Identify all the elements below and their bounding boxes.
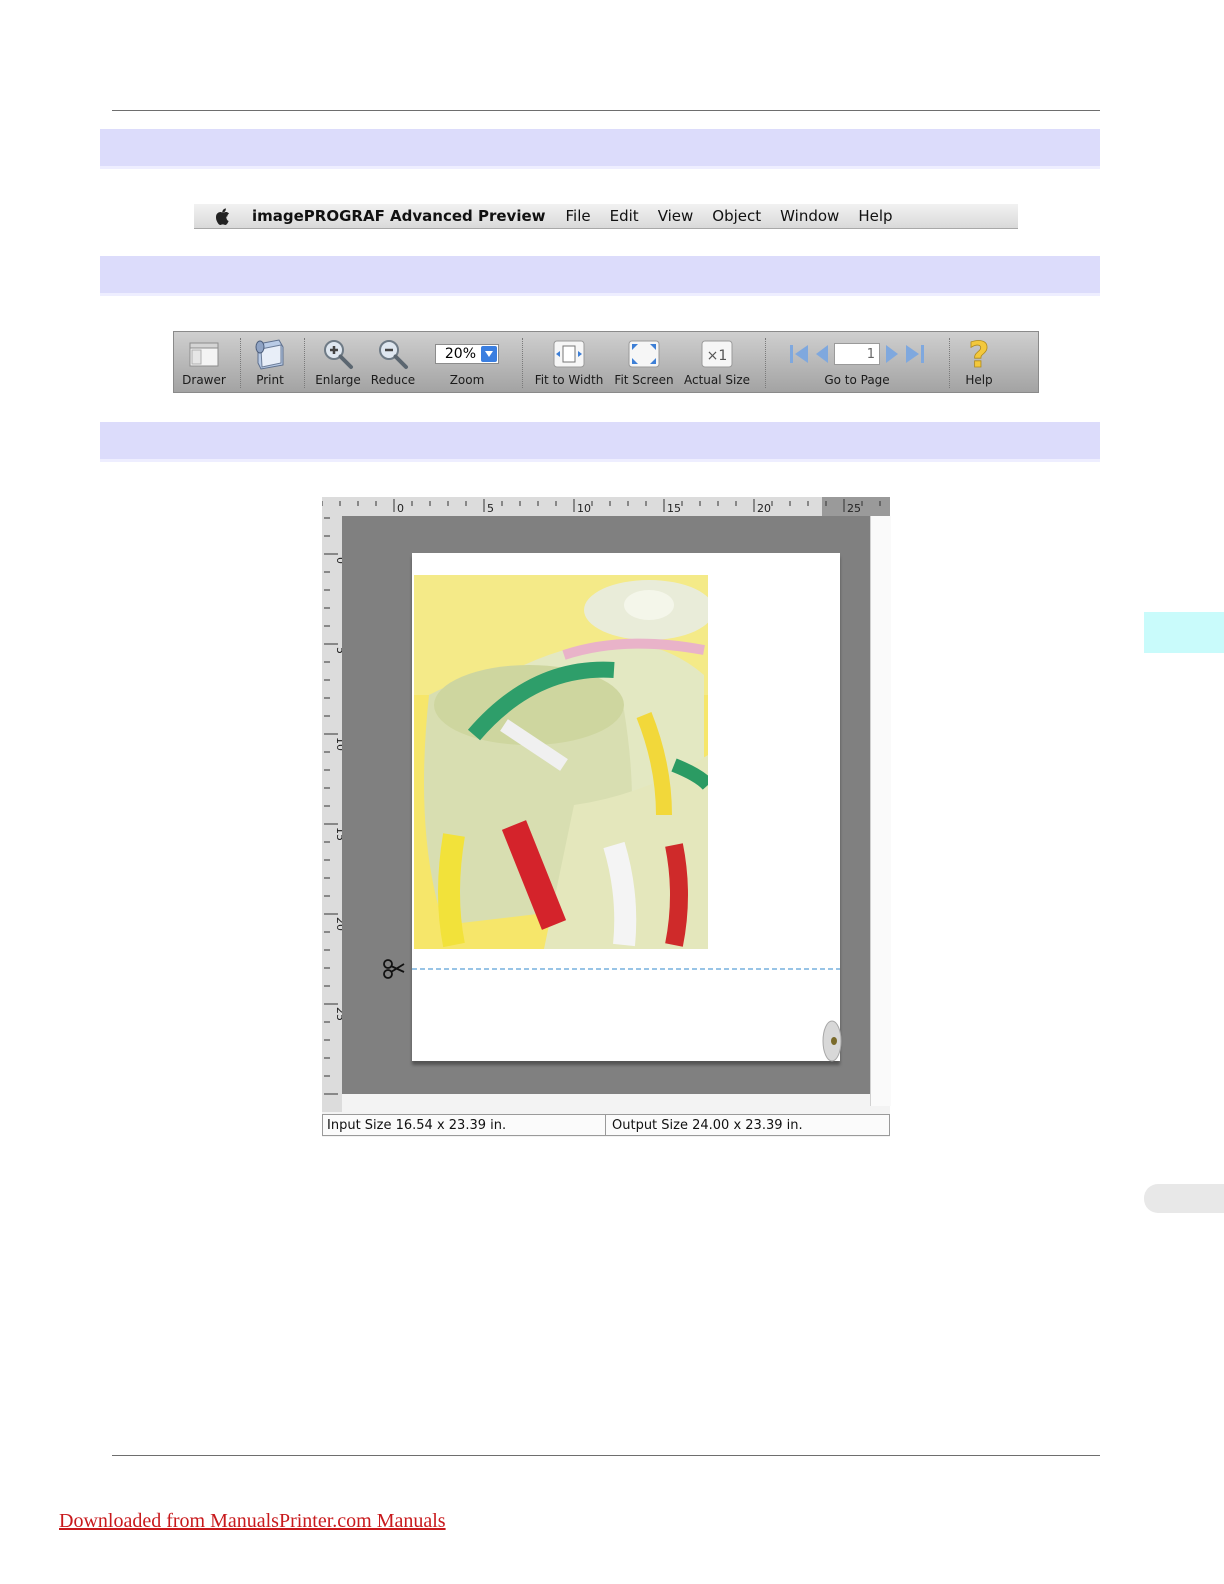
print-image[interactable] [414, 575, 708, 949]
drawer-icon [189, 342, 219, 367]
section-header-band-3 [100, 422, 1100, 462]
actual-size-icon: ×1 [701, 340, 733, 368]
roll-paper-page [412, 553, 840, 1061]
previous-page-icon[interactable] [814, 342, 830, 366]
ruler-label: 15 [334, 827, 342, 841]
help-label: Help [965, 373, 993, 387]
page-number-input[interactable]: 1 [834, 343, 880, 365]
menu-help[interactable]: Help [858, 207, 892, 225]
download-source-link[interactable]: Downloaded from ManualsPrinter.com Manua… [59, 1510, 446, 1533]
status-divider [605, 1115, 606, 1136]
reduce-label: Reduce [370, 373, 416, 387]
section-header-band-1 [100, 129, 1100, 169]
zoom-select[interactable]: 20% [435, 344, 499, 364]
ruler-label: 5 [487, 502, 494, 515]
enlarge-button[interactable]: Enlarge [314, 334, 362, 387]
section-header-band-2 [100, 256, 1100, 296]
ruler-label: 5 [334, 647, 342, 654]
output-size: Output Size 24.00 x 23.39 in. [612, 1118, 803, 1133]
enlarge-label: Enlarge [315, 373, 361, 387]
input-size: Input Size 16.54 x 23.39 in. [327, 1118, 507, 1133]
menu-view[interactable]: View [658, 207, 694, 225]
zoom-value: 20% [444, 346, 476, 362]
fit-to-width-label: Fit to Width [534, 373, 604, 387]
zoom-control: 20% Zoom [428, 334, 506, 387]
page-tab [1144, 1184, 1224, 1213]
reduce-button[interactable]: Reduce [370, 334, 416, 387]
vertical-ruler: 0 5 10 15 20 25 [322, 516, 347, 1112]
fit-to-width-button[interactable]: Fit to Width [532, 334, 606, 387]
actual-size-label: Actual Size [683, 373, 751, 387]
ruler-label: 0 [334, 557, 342, 564]
actual-size-button[interactable]: ×1 Actual Size [682, 334, 752, 387]
toolbar: Drawer Print Enlarge Reduce 20% Zoom Fit… [173, 331, 1039, 393]
app-name-menu[interactable]: imagePROGRAF Advanced Preview [252, 207, 546, 225]
zoom-label: Zoom [449, 373, 485, 387]
toolbar-separator [522, 338, 524, 388]
toolbar-separator [949, 338, 951, 388]
apple-icon[interactable] [214, 207, 234, 225]
svg-text:×1: ×1 [707, 348, 728, 364]
zoom-in-icon [324, 340, 353, 369]
first-page-icon[interactable] [788, 342, 810, 366]
fit-screen-icon [628, 340, 660, 368]
go-to-page-label: Go to Page [824, 373, 890, 387]
drawer-button[interactable]: Drawer [182, 334, 226, 387]
cut-line [412, 968, 840, 970]
print-button[interactable]: Print [250, 334, 290, 387]
help-button[interactable]: ? Help [960, 334, 998, 387]
menu-file[interactable]: File [566, 207, 591, 225]
drawer-label: Drawer [182, 373, 226, 387]
horizontal-ruler: 0 5 10 15 20 25 [321, 497, 890, 516]
ruler-label: 15 [667, 502, 681, 515]
toolbar-separator [304, 338, 306, 388]
print-label: Print [256, 373, 284, 387]
paper-roll-icon [822, 1020, 842, 1062]
last-page-icon[interactable] [904, 342, 926, 366]
top-rule [112, 110, 1100, 111]
dropdown-arrow-icon[interactable] [481, 346, 497, 362]
ruler-label: 25 [334, 1007, 342, 1021]
bottom-rule [112, 1455, 1100, 1456]
ruler-label: 25 [847, 502, 861, 515]
fit-screen-button[interactable]: Fit Screen [612, 334, 676, 387]
printer-icon [255, 339, 284, 370]
toolbar-separator [765, 338, 767, 388]
status-bar: Input Size 16.54 x 23.39 in. Output Size… [322, 1114, 890, 1136]
svg-text:?: ? [969, 335, 990, 373]
fit-screen-label: Fit Screen [614, 373, 674, 387]
chapter-tab [1144, 612, 1224, 653]
fit-to-width-icon [553, 340, 585, 368]
menu-object[interactable]: Object [712, 207, 761, 225]
vertical-scrollbar[interactable] [870, 516, 891, 1106]
menu-edit[interactable]: Edit [610, 207, 639, 225]
next-page-icon[interactable] [884, 342, 900, 366]
ruler-label: 20 [334, 917, 342, 931]
ruler-label: 10 [334, 737, 342, 751]
ruler-label: 20 [757, 502, 771, 515]
go-to-page-control: 1 Go to Page [778, 334, 936, 387]
ruler-label: 10 [577, 502, 591, 515]
help-icon: ? [968, 335, 990, 373]
scissors-icon[interactable] [382, 958, 406, 980]
menu-bar: imagePROGRAF Advanced Preview File Edit … [194, 204, 1018, 229]
ruler-label: 0 [397, 502, 404, 515]
zoom-out-icon [379, 340, 408, 369]
toolbar-separator [240, 338, 242, 388]
menu-window[interactable]: Window [780, 207, 839, 225]
preview-window: 0 5 10 15 20 25 0 5 10 15 20 25 [321, 497, 891, 1137]
preview-canvas[interactable] [342, 516, 870, 1094]
